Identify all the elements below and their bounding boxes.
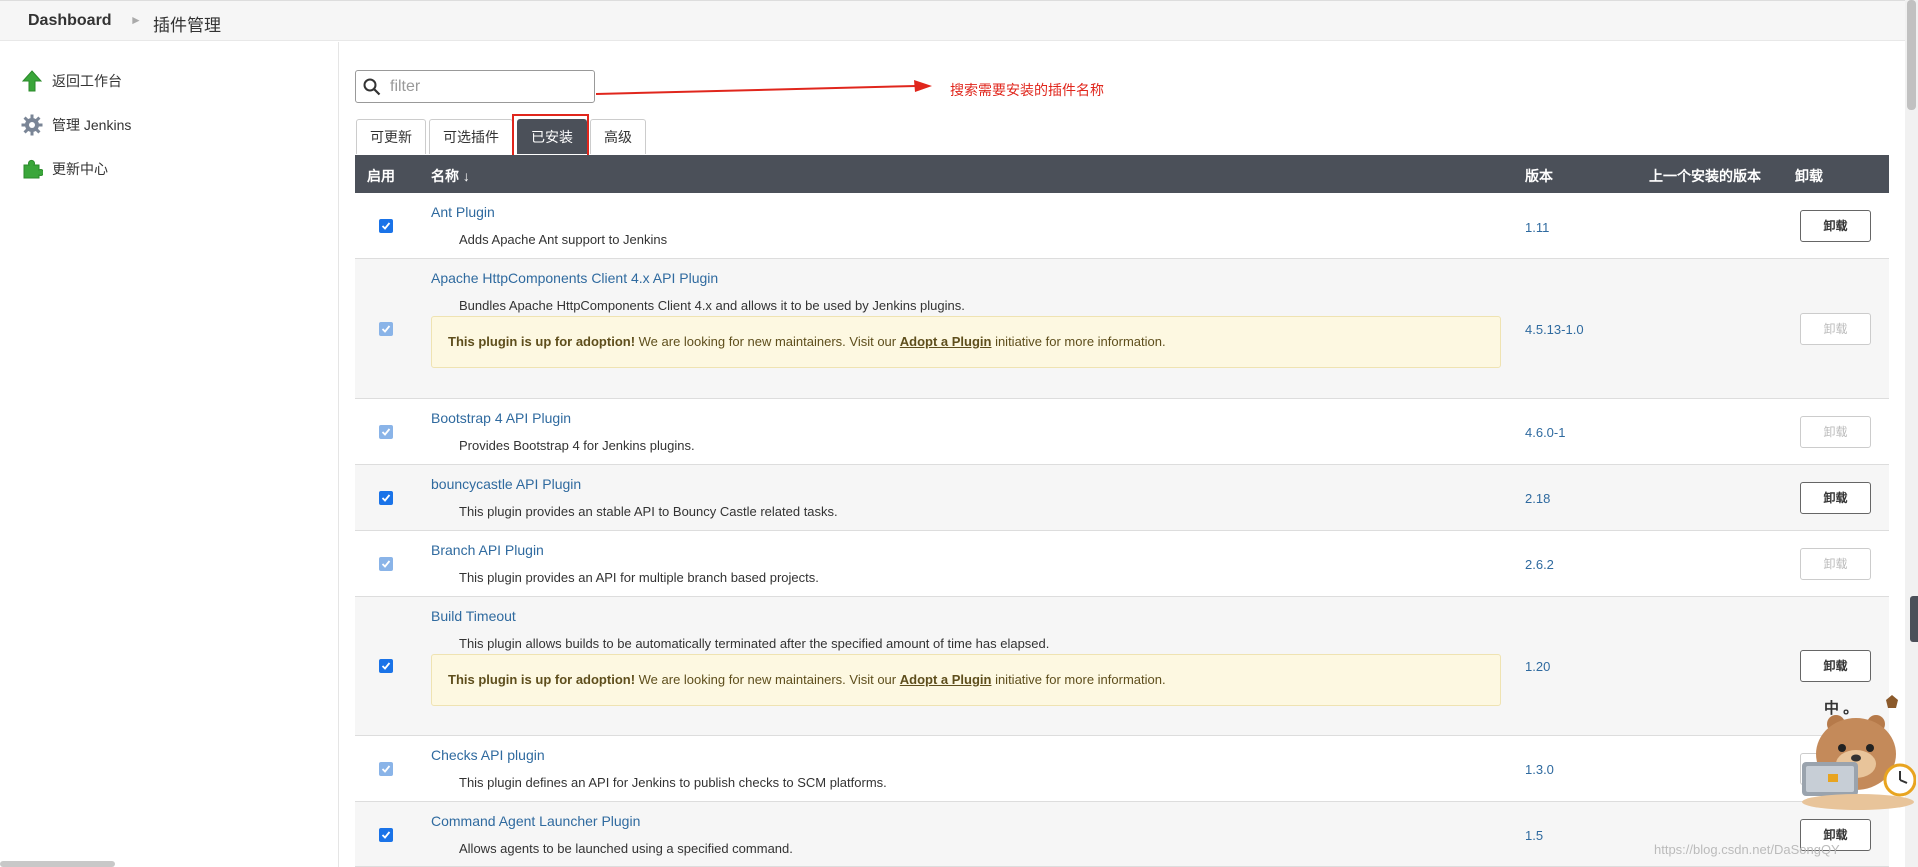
- adoption-bold: This plugin is up for adoption!: [448, 672, 636, 687]
- table-header: 启用 名称 ↓ 版本 上一个安装的版本 卸载: [355, 155, 1889, 193]
- plugin-name-link[interactable]: Branch API Plugin: [431, 542, 544, 558]
- check-icon: [381, 428, 391, 436]
- adoption-notice: This plugin is up for adoption! We are l…: [431, 654, 1501, 706]
- header-enabled[interactable]: 启用: [367, 166, 395, 186]
- adoption-text: initiative for more information.: [991, 672, 1166, 687]
- uninstall-button[interactable]: 卸载: [1800, 482, 1871, 514]
- annotation-arrow: [596, 80, 932, 95]
- annotation-text: 搜索需要安装的插件名称: [950, 82, 1104, 98]
- plugin-version[interactable]: 1.5: [1525, 828, 1543, 843]
- uninstall-button[interactable]: 卸载: [1800, 650, 1871, 682]
- sidebar-item-back[interactable]: 返回工作台: [20, 68, 122, 94]
- sidebar-item-label: 返回工作台: [52, 73, 122, 89]
- plugin-name-link[interactable]: Checks API plugin: [431, 747, 545, 763]
- header-previous-version[interactable]: 上一个安装的版本: [1649, 166, 1761, 186]
- scrollbar-thumb[interactable]: [1907, 0, 1916, 110]
- bear-mascot-icon[interactable]: [1798, 692, 1916, 812]
- plugin-version[interactable]: 1.20: [1525, 659, 1550, 674]
- adoption-text: We are looking for new maintainers. Visi…: [635, 672, 900, 687]
- breadcrumb-bar: Dashboard ► 插件管理: [0, 0, 1918, 41]
- sidebar-item-manage[interactable]: 管理 Jenkins: [20, 112, 131, 138]
- tab-advanced[interactable]: 高级: [590, 119, 646, 154]
- enable-checkbox: [379, 425, 393, 439]
- check-icon: [381, 325, 391, 333]
- header-uninstall[interactable]: 卸载: [1795, 166, 1823, 186]
- adoption-text: We are looking for new maintainers. Visi…: [635, 334, 900, 349]
- plugin-name-link[interactable]: Command Agent Launcher Plugin: [431, 813, 640, 829]
- tab-available[interactable]: 可选插件: [429, 119, 513, 154]
- adoption-notice: This plugin is up for adoption! We are l…: [431, 316, 1501, 368]
- plugin-name-link[interactable]: Apache HttpComponents Client 4.x API Plu…: [431, 270, 718, 286]
- sidebar-item-label: 更新中心: [52, 161, 108, 177]
- plugin-description: This plugin provides an API for multiple…: [459, 570, 819, 585]
- enable-checkbox: [379, 322, 393, 336]
- plugin-version[interactable]: 2.18: [1525, 491, 1550, 506]
- search-icon: [363, 78, 381, 101]
- table-row: bouncycastle API Plugin This plugin prov…: [355, 465, 1889, 531]
- uninstall-button: 卸载: [1800, 313, 1871, 345]
- table-row: Build Timeout This plugin allows builds …: [355, 597, 1889, 736]
- check-icon: [381, 662, 391, 670]
- table-row: Bootstrap 4 API Plugin Provides Bootstra…: [355, 399, 1889, 465]
- gear-icon: [20, 113, 44, 137]
- check-icon: [381, 222, 391, 230]
- table-row: Command Agent Launcher Plugin Allows age…: [355, 802, 1889, 867]
- plugin-name-link[interactable]: bouncycastle API Plugin: [431, 476, 581, 492]
- plugin-name-link[interactable]: Ant Plugin: [431, 204, 495, 220]
- plugin-version[interactable]: 4.6.0-1: [1525, 425, 1565, 440]
- check-icon: [381, 494, 391, 502]
- plugin-description: Provides Bootstrap 4 for Jenkins plugins…: [459, 438, 695, 453]
- adoption-bold: This plugin is up for adoption!: [448, 334, 636, 349]
- uninstall-button: 卸载: [1800, 548, 1871, 580]
- tab-updates[interactable]: 可更新: [356, 119, 426, 154]
- up-arrow-icon: [20, 69, 44, 93]
- plugin-version[interactable]: 4.5.13-1.0: [1525, 322, 1584, 337]
- check-icon: [381, 765, 391, 773]
- plugin-name-link[interactable]: Bootstrap 4 API Plugin: [431, 410, 571, 426]
- uninstall-button: 卸载: [1800, 416, 1871, 448]
- plugin-description: This plugin allows builds to be automati…: [459, 636, 1050, 651]
- plugin-description: This plugin defines an API for Jenkins t…: [459, 775, 887, 790]
- breadcrumb-dashboard[interactable]: Dashboard: [28, 12, 112, 30]
- table-row: Ant Plugin Adds Apache Ant support to Je…: [355, 193, 1889, 259]
- table-row: Apache HttpComponents Client 4.x API Plu…: [355, 259, 1889, 399]
- plugin-description: Adds Apache Ant support to Jenkins: [459, 232, 668, 247]
- uninstall-button[interactable]: 卸载: [1800, 210, 1871, 242]
- plugin-search[interactable]: [355, 70, 595, 103]
- plugin-description: Bundles Apache HttpComponents Client 4.x…: [459, 298, 965, 313]
- plugin-version[interactable]: 2.6.2: [1525, 557, 1554, 572]
- sidebar-item-update-center[interactable]: 更新中心: [20, 156, 108, 182]
- enable-checkbox: [379, 557, 393, 571]
- plugin-description: This plugin provides an stable API to Bo…: [459, 504, 838, 519]
- adopt-plugin-link[interactable]: Adopt a Plugin: [900, 672, 992, 687]
- plugin-description: Allows agents to be launched using a spe…: [459, 841, 793, 856]
- header-version[interactable]: 版本: [1525, 166, 1553, 186]
- enable-checkbox[interactable]: [379, 828, 393, 842]
- adoption-text: initiative for more information.: [991, 334, 1166, 349]
- enable-checkbox[interactable]: [379, 659, 393, 673]
- breadcrumb-current[interactable]: 插件管理: [153, 11, 221, 36]
- chevron-right-icon: ►: [130, 13, 142, 27]
- check-icon: [381, 560, 391, 568]
- table-row: Checks API plugin This plugin defines an…: [355, 736, 1889, 802]
- sidebar-item-label: 管理 Jenkins: [52, 117, 132, 133]
- horizontal-scrollbar-thumb[interactable]: [0, 861, 115, 867]
- search-input[interactable]: [390, 76, 586, 98]
- adopt-plugin-link[interactable]: Adopt a Plugin: [900, 334, 992, 349]
- watermark: https://blog.csdn.net/DaSongQY: [1654, 842, 1840, 857]
- check-icon: [381, 831, 391, 839]
- plugin-name-link[interactable]: Build Timeout: [431, 608, 516, 624]
- enable-checkbox[interactable]: [379, 219, 393, 233]
- enable-checkbox[interactable]: [379, 491, 393, 505]
- puzzle-icon: [20, 157, 44, 181]
- plugin-version[interactable]: 1.11: [1525, 220, 1549, 235]
- side-widget-tab[interactable]: [1910, 596, 1918, 642]
- header-name[interactable]: 名称 ↓: [431, 166, 470, 186]
- plugin-version[interactable]: 1.3.0: [1525, 762, 1554, 777]
- table-row: Branch API Plugin This plugin provides a…: [355, 531, 1889, 597]
- enable-checkbox: [379, 762, 393, 776]
- sidebar: 返回工作台 管理 Jenkins 更新中心: [0, 42, 339, 867]
